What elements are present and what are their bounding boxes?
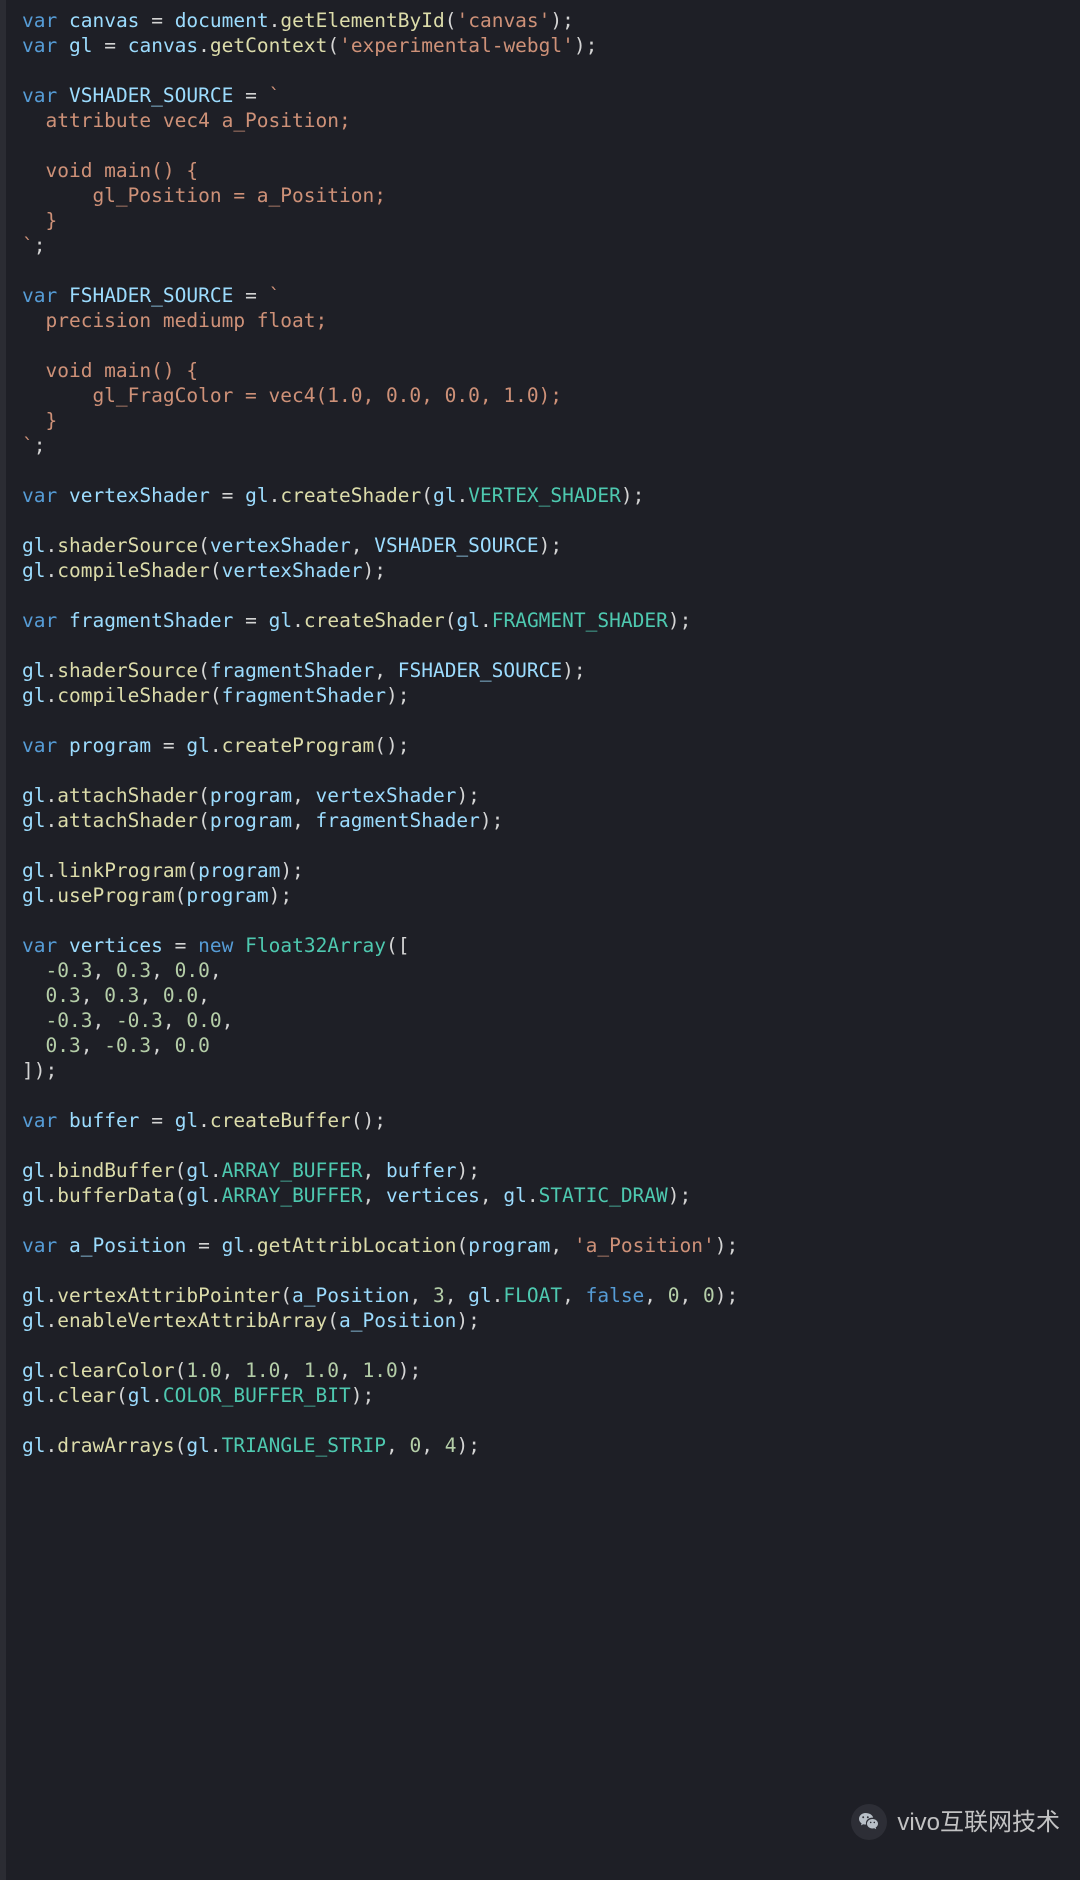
code-editor: var canvas = document.getElementById('ca…	[0, 0, 1080, 1880]
watermark: vivo互联网技术	[851, 1804, 1060, 1840]
code-content[interactable]: var canvas = document.getElementById('ca…	[22, 8, 1080, 1458]
editor-gutter	[0, 0, 6, 1880]
wechat-icon	[851, 1804, 887, 1840]
watermark-label: vivo互联网技术	[897, 1810, 1060, 1835]
